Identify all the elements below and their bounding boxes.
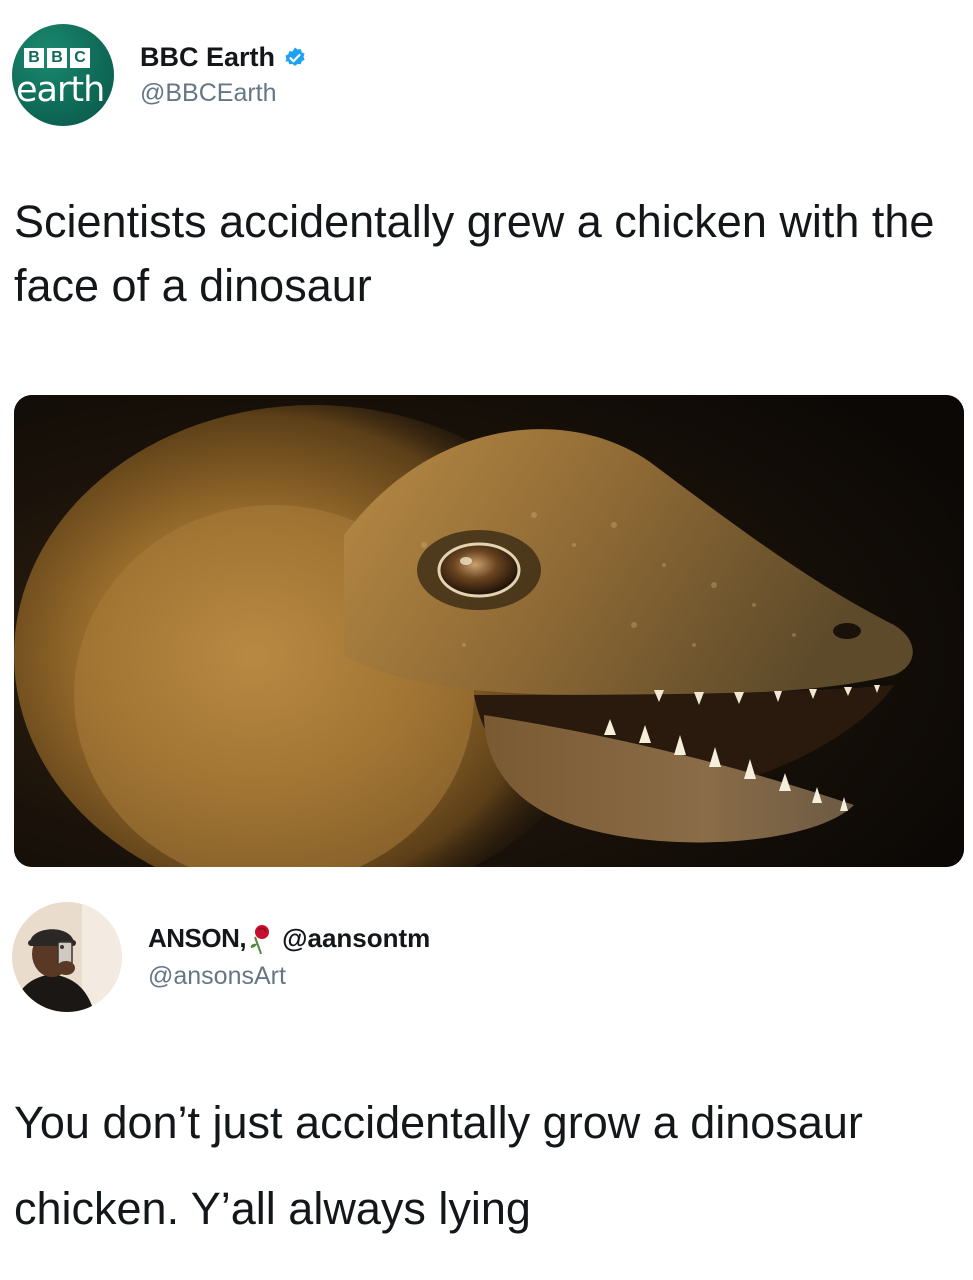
bbc-logo-letter: B (47, 48, 67, 68)
reply-name-extra: @aansontm (282, 923, 431, 953)
reply-header: ANSON, @aansontm @ansonsArt (12, 902, 430, 1012)
display-name[interactable]: BBC Earth (140, 42, 275, 73)
reply-handle[interactable]: @ansonsArt (148, 962, 430, 991)
reply-author-info: ANSON, @aansontm @ansonsArt (148, 923, 430, 991)
person-photo-icon (12, 902, 122, 1012)
tweet-header: B B C earth BBC Earth @BBCEarth (12, 20, 307, 130)
bbc-logo-letter: C (70, 48, 90, 68)
tweet-media[interactable] (14, 395, 964, 867)
reply-display-name[interactable]: ANSON, (148, 923, 247, 954)
tweet-text: Scientists accidentally grew a chicken w… (14, 196, 935, 311)
bbc-logo-letter: B (24, 48, 44, 68)
earth-logo-word: earth (16, 70, 105, 110)
rose-icon (248, 924, 274, 954)
author-handle[interactable]: @BBCEarth (140, 79, 307, 108)
bbc-logo: B B C (24, 48, 90, 68)
reply-text: You don’t just accidentally grow a dinos… (14, 1097, 863, 1234)
verified-badge-icon (283, 46, 307, 70)
reply-avatar[interactable] (12, 902, 122, 1012)
avatar[interactable]: B B C earth (12, 24, 114, 126)
author-info: BBC Earth @BBCEarth (140, 42, 307, 108)
dinosaur-chicken-image (14, 395, 964, 867)
reply-name-row: ANSON, @aansontm (148, 923, 430, 954)
name-row: BBC Earth (140, 42, 307, 73)
